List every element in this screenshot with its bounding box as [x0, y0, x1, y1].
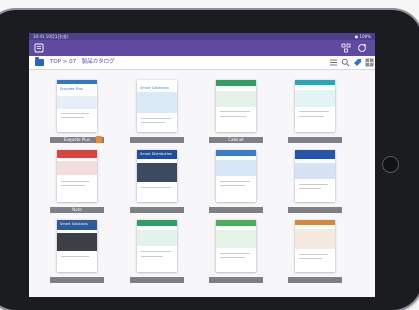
- status-bar: 10:41 10月1日(金) ● 100%: [29, 33, 375, 40]
- breadcrumb[interactable]: TOP > 07 製品カタログ: [50, 57, 115, 68]
- catalog-caption: [209, 277, 263, 283]
- catalog-caption: [130, 277, 184, 283]
- tag-icon[interactable]: [353, 58, 362, 67]
- new-badge: [96, 136, 102, 143]
- catalog-thumbnail[interactable]: [216, 150, 256, 202]
- catalog-thumbnail[interactable]: Smart Distribution: [137, 150, 177, 202]
- catalog-thumbnail[interactable]: [295, 220, 335, 272]
- catalog-thumbnail[interactable]: [57, 150, 97, 202]
- app-bar: [29, 40, 375, 56]
- catalog-thumbnail[interactable]: [216, 220, 256, 272]
- grid-view-icon[interactable]: [365, 58, 374, 67]
- catalog-thumbnail[interactable]: Enquete Plus: [57, 80, 97, 132]
- catalog-thumbnail[interactable]: [137, 220, 177, 272]
- app-screen: 10:41 10月1日(金) ● 100% TOP > 07 製品カタログ En…: [29, 33, 375, 297]
- sync-icon[interactable]: [357, 43, 367, 53]
- catalog-thumbnail[interactable]: [295, 150, 335, 202]
- home-button[interactable]: [382, 156, 399, 173]
- status-battery: ● 100%: [354, 34, 371, 39]
- catalog-caption: [130, 137, 184, 143]
- path-bar: TOP > 07 製品カタログ: [29, 56, 375, 70]
- search-icon[interactable]: [341, 58, 350, 67]
- catalog-caption: [288, 207, 342, 213]
- catalog-caption: [209, 207, 263, 213]
- catalog-caption: [50, 277, 104, 283]
- catalog-thumbnail[interactable]: Smart Solutions: [57, 220, 97, 272]
- catalog-caption: Note: [50, 207, 104, 213]
- folder-icon[interactable]: [35, 57, 44, 66]
- hamburger-list-icon[interactable]: [34, 43, 44, 53]
- catalog-thumbnail[interactable]: Smart Collection: [137, 80, 177, 132]
- catalog-caption: [130, 207, 184, 213]
- catalog-grid: Enquete Plus Enquete Plus Smart Collecti…: [29, 70, 375, 297]
- network-share-icon[interactable]: [341, 43, 351, 53]
- status-time: 10:41 10月1日(金): [33, 34, 69, 39]
- catalog-thumbnail[interactable]: [295, 80, 335, 132]
- list-view-icon[interactable]: [329, 58, 338, 67]
- catalog-thumbnail[interactable]: [216, 80, 256, 132]
- catalog-caption: [288, 277, 342, 283]
- catalog-caption: [288, 137, 342, 143]
- catalog-caption: Cabinet: [209, 137, 263, 143]
- tablet-frame: 10:41 10月1日(金) ● 100% TOP > 07 製品カタログ En…: [0, 10, 419, 310]
